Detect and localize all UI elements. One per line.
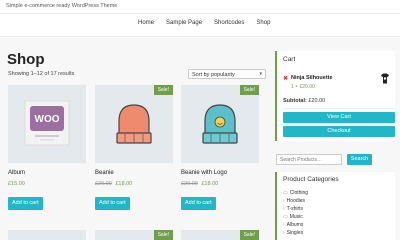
folder-icon: › bbox=[283, 198, 285, 204]
close-icon[interactable]: ✖ bbox=[283, 75, 288, 82]
nav-sample-page[interactable]: Sample Page bbox=[166, 20, 202, 26]
category-item[interactable]: › Albums bbox=[283, 222, 303, 228]
chevron-down-icon: ▾ bbox=[259, 71, 262, 77]
category-item[interactable]: › Singles bbox=[283, 230, 303, 236]
main-nav: Home Sample Page Shortcodes Shop bbox=[138, 20, 270, 26]
price-old: £20.00 bbox=[181, 181, 198, 187]
view-cart-button[interactable]: View Cart bbox=[283, 112, 395, 123]
product-image-row2-3[interactable]: Sale! bbox=[181, 230, 259, 240]
folder-icon: ▭ bbox=[283, 190, 288, 196]
product-name[interactable]: Beanie bbox=[95, 170, 114, 176]
sale-badge: Sale! bbox=[239, 85, 259, 95]
category-item[interactable]: ▭ Music bbox=[283, 214, 303, 220]
cart-item-name[interactable]: Ninja Silhouette bbox=[291, 75, 333, 81]
price-current: £18.00 bbox=[201, 181, 219, 187]
subtotal-value: £20.00 bbox=[308, 98, 326, 104]
album-cover-image: WOO bbox=[24, 100, 70, 146]
beanie-image bbox=[116, 104, 152, 144]
category-label: Clothing bbox=[289, 190, 309, 196]
price-current: £18.00 bbox=[115, 181, 133, 187]
cart-title: Cart bbox=[283, 56, 296, 63]
beanie-with-logo-image bbox=[202, 104, 238, 144]
product-price: £20.00 £18.00 bbox=[95, 181, 132, 187]
product-image-beanie-with-logo[interactable]: Sale! bbox=[181, 85, 259, 163]
product-price: £15.00 bbox=[8, 181, 25, 187]
sort-value: Sort by popularity bbox=[192, 71, 235, 78]
product-name[interactable]: Beanie with Logo bbox=[181, 170, 227, 176]
category-item[interactable]: ▭ Clothing bbox=[283, 190, 308, 196]
tshirt-thumbnail[interactable] bbox=[380, 73, 390, 84]
divider bbox=[283, 108, 395, 109]
sale-badge: Sale! bbox=[153, 230, 173, 240]
product-categories-widget: Product Categories ▭ Clothing › Hoodies › T… bbox=[275, 172, 395, 240]
cart-item-quantity: 1 × £20.00 bbox=[291, 84, 315, 90]
nav-home[interactable]: Home bbox=[138, 20, 154, 26]
product-card-beanie: Sale! Beanie £20.00 £18.00 Add to cart bbox=[95, 85, 173, 215]
category-item[interactable]: › T-shirts bbox=[283, 206, 303, 212]
product-image-row2-2[interactable]: Sale! bbox=[95, 230, 173, 240]
category-item[interactable]: › Hoodies bbox=[283, 198, 305, 204]
price-old: £20.00 bbox=[95, 181, 112, 187]
sale-badge: Sale! bbox=[153, 85, 173, 95]
nav-shop[interactable]: Shop bbox=[256, 20, 270, 26]
folder-icon: ▭ bbox=[283, 214, 288, 220]
categories-title: Product Categories bbox=[283, 176, 339, 183]
checkout-button[interactable]: Checkout bbox=[283, 126, 395, 137]
category-label: Hoodies bbox=[286, 198, 306, 204]
cart-subtotal: Subtotal: £20.00 bbox=[283, 98, 325, 104]
add-to-cart-button[interactable]: Add to cart bbox=[95, 197, 130, 210]
category-label: Music bbox=[289, 214, 303, 220]
add-to-cart-button[interactable]: Add to cart bbox=[8, 197, 43, 210]
search-button[interactable]: Search bbox=[347, 154, 372, 165]
product-price: £20.00 £18.00 bbox=[181, 181, 218, 187]
subtotal-label: Subtotal: bbox=[283, 98, 307, 104]
result-count: Showing 1–12 of 17 results bbox=[8, 71, 75, 77]
page-title: Shop bbox=[7, 51, 45, 68]
add-to-cart-button[interactable]: Add to cart bbox=[181, 197, 216, 210]
product-image-album[interactable]: WOO bbox=[8, 85, 86, 163]
product-name[interactable]: Album bbox=[8, 170, 25, 176]
category-label: Albums bbox=[286, 222, 304, 228]
folder-icon: › bbox=[283, 206, 285, 212]
product-image-beanie[interactable]: Sale! bbox=[95, 85, 173, 163]
cart-widget: Cart ✖ Ninja Silhouette 1 × £20.00 Subto… bbox=[275, 51, 395, 141]
sale-badge: Sale! bbox=[239, 230, 259, 240]
folder-icon: › bbox=[283, 222, 285, 228]
product-card-album: WOO Album £15.00 Add to cart bbox=[8, 85, 86, 215]
product-card-beanie-with-logo: Sale! Beanie with Logo £20.00 £18.00 Add… bbox=[181, 85, 259, 215]
svg-text:WOO: WOO bbox=[35, 114, 60, 125]
folder-icon: › bbox=[283, 230, 285, 236]
product-image-row2-1[interactable] bbox=[8, 230, 86, 240]
tagline: Simple e-commerce ready WordPress Theme bbox=[6, 3, 118, 9]
product-search-input[interactable]: Search Products… bbox=[276, 154, 342, 165]
price-current: £15.00 bbox=[8, 181, 25, 187]
nav-shortcodes[interactable]: Shortcodes bbox=[214, 20, 244, 26]
sort-select[interactable]: Sort by popularity ▾ bbox=[188, 69, 266, 79]
category-label: Singles bbox=[286, 230, 304, 236]
category-label: T-shirts bbox=[286, 206, 304, 212]
